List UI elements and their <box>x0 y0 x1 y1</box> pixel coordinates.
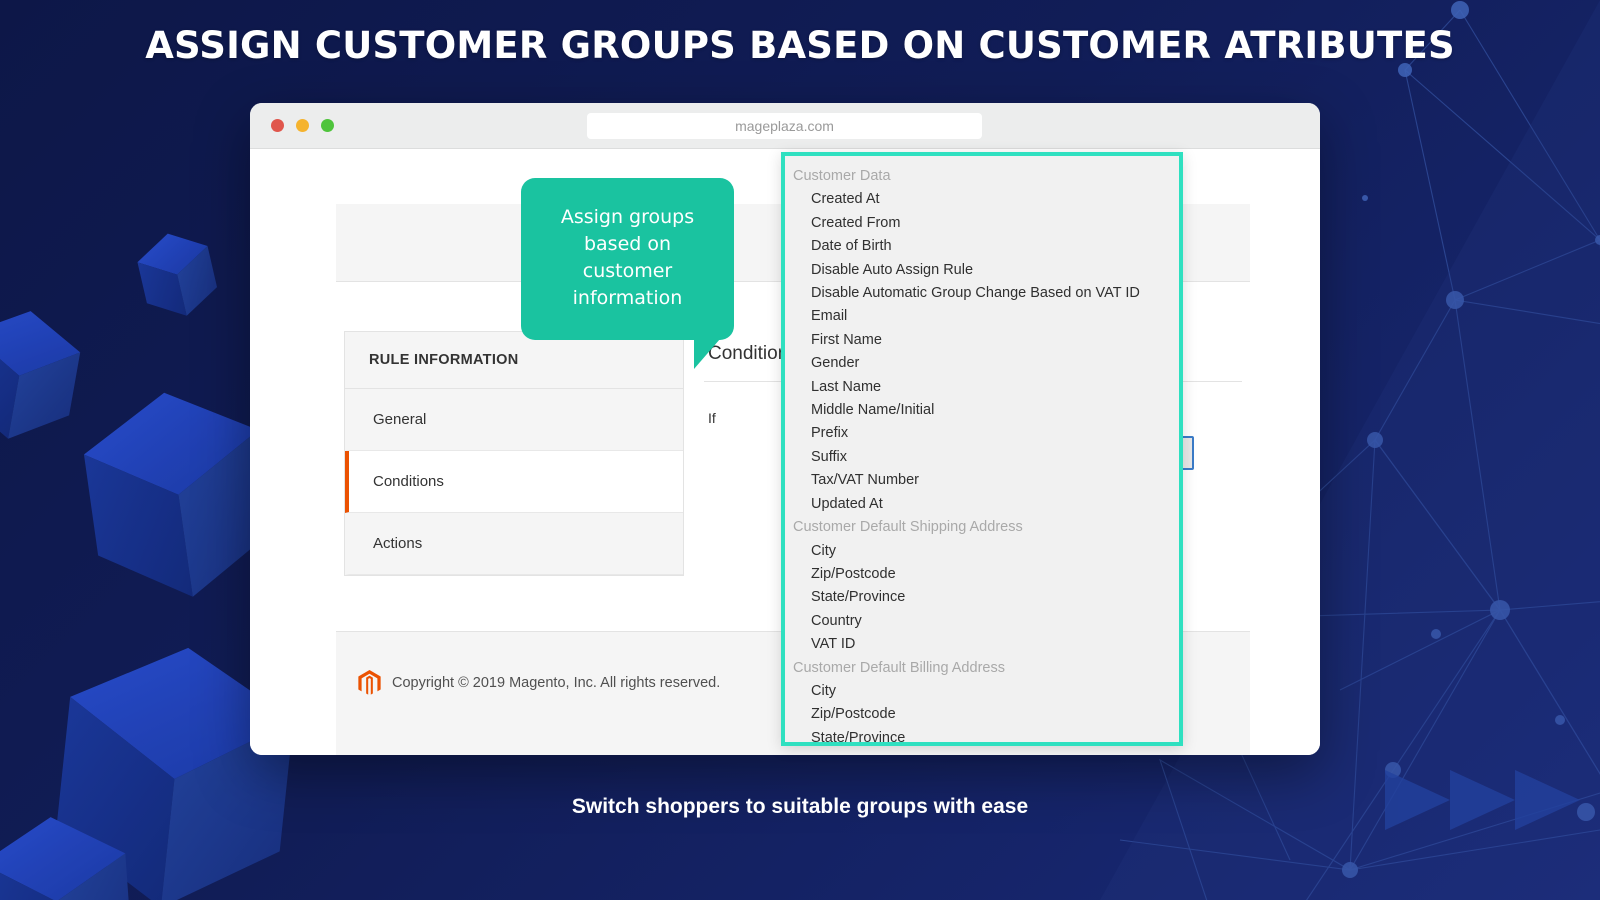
copyright-text: Copyright © 2019 Magento, Inc. All right… <box>392 675 721 691</box>
rule-information-title: RULE INFORMATION <box>345 332 683 389</box>
dropdown-option[interactable]: First Name <box>785 329 1179 352</box>
close-button[interactable] <box>271 119 284 132</box>
browser-chrome: mageplaza.com <box>250 103 1320 149</box>
dropdown-option[interactable]: Disable Auto Assign Rule <box>785 259 1179 282</box>
dropdown-option[interactable]: Date of Birth <box>785 235 1179 258</box>
zoom-button[interactable] <box>321 119 334 132</box>
dropdown-option[interactable]: State/Province <box>785 727 1179 742</box>
dropdown-option[interactable]: Disable Automatic Group Change Based on … <box>785 282 1179 305</box>
page-caption: Switch shoppers to suitable groups with … <box>571 795 1029 818</box>
sidebar-item-general[interactable]: General <box>345 389 683 451</box>
rule-prefix-label: If <box>708 410 716 426</box>
dropdown-option[interactable]: Gender <box>785 352 1179 375</box>
dropdown-option[interactable]: Zip/Postcode <box>785 703 1179 726</box>
minimize-button[interactable] <box>296 119 309 132</box>
sidebar-item-actions[interactable]: Actions <box>345 513 683 575</box>
attribute-dropdown[interactable]: Customer Data Created At Created From Date … <box>781 152 1183 746</box>
page-title: ASSIGN CUSTOMER GROUPS BASED ON CUSTOMER… <box>145 24 1455 67</box>
dropdown-option[interactable]: Country <box>785 610 1179 633</box>
dropdown-option[interactable]: Tax/VAT Number <box>785 469 1179 492</box>
address-bar-text: mageplaza.com <box>735 118 834 134</box>
dropdown-option[interactable]: Email <box>785 305 1179 328</box>
callout-tail-icon <box>694 339 720 369</box>
callout-text: Assign groups based on customer informat… <box>521 178 734 340</box>
dropdown-option[interactable]: Created At <box>785 188 1179 211</box>
optgroup-label: Customer Data <box>793 168 891 184</box>
callout-bubble: Assign groups based on customer informat… <box>521 178 734 369</box>
magento-logo-icon <box>358 670 381 695</box>
dropdown-option[interactable]: VAT ID <box>785 633 1179 656</box>
attribute-dropdown-list: Customer Data Created At Created From Date … <box>785 156 1179 742</box>
optgroup-label: Customer Default Shipping Address <box>793 519 1023 536</box>
dropdown-option[interactable]: Middle Name/Initial <box>785 399 1179 422</box>
dropdown-option[interactable]: State/Province <box>785 586 1179 609</box>
dropdown-option[interactable]: Created From <box>785 212 1179 235</box>
dropdown-option[interactable]: Suffix <box>785 446 1179 469</box>
optgroup-label: Customer Default Billing Address <box>793 659 1005 676</box>
dropdown-option[interactable]: Zip/Postcode <box>785 563 1179 586</box>
rule-information-nav: RULE INFORMATION General Conditions Acti… <box>344 331 684 576</box>
dropdown-option[interactable]: City <box>785 540 1179 563</box>
address-bar[interactable]: mageplaza.com <box>587 113 982 139</box>
sidebar-item-conditions[interactable]: Conditions <box>345 451 683 513</box>
dropdown-option[interactable]: Last Name <box>785 376 1179 399</box>
dropdown-option[interactable]: City <box>785 680 1179 703</box>
dropdown-option[interactable]: Prefix <box>785 422 1179 445</box>
dropdown-option[interactable]: Updated At <box>785 493 1179 516</box>
window-controls <box>271 119 334 132</box>
